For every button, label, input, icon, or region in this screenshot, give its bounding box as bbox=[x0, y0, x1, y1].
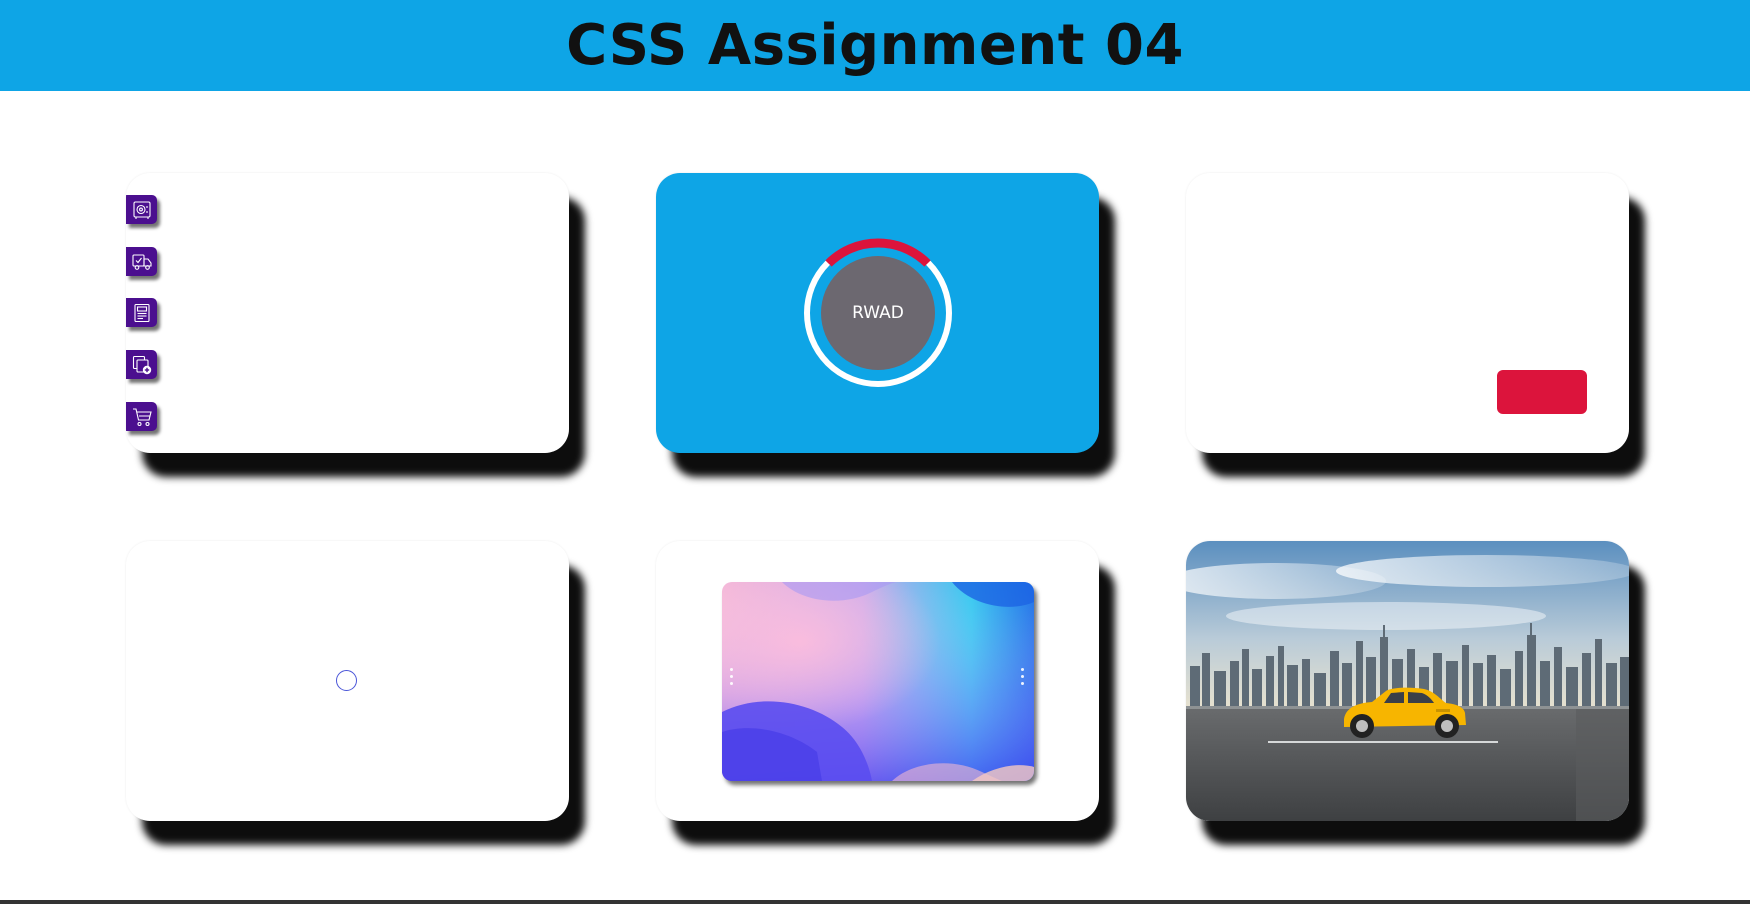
city-road-scene bbox=[1186, 541, 1629, 821]
scene-card bbox=[1186, 541, 1629, 821]
progress-card: RWAD bbox=[656, 173, 1099, 453]
add-copy-icon[interactable] bbox=[126, 350, 157, 379]
gradient-card bbox=[656, 541, 1099, 821]
bottom-divider bbox=[0, 900, 1750, 904]
safe-icon[interactable] bbox=[126, 195, 157, 224]
page-header: CSS Assignment 04 bbox=[0, 0, 1750, 91]
right-dots-handle[interactable] bbox=[1021, 668, 1025, 685]
red-button[interactable] bbox=[1497, 370, 1587, 414]
shopping-cart-icon[interactable] bbox=[126, 402, 157, 431]
icon-menu-card bbox=[126, 173, 569, 453]
circle-loader bbox=[336, 670, 357, 691]
progress-ring: RWAD bbox=[804, 236, 952, 388]
progress-label: RWAD bbox=[852, 303, 904, 323]
gradient-image bbox=[722, 582, 1034, 781]
left-dots-handle[interactable] bbox=[730, 668, 734, 685]
button-card bbox=[1186, 173, 1629, 453]
page-title: CSS Assignment 04 bbox=[566, 13, 1184, 78]
document-icon[interactable] bbox=[126, 298, 157, 327]
loader-card bbox=[126, 541, 569, 821]
progress-center: RWAD bbox=[821, 256, 935, 370]
delivery-truck-icon[interactable] bbox=[126, 247, 157, 276]
